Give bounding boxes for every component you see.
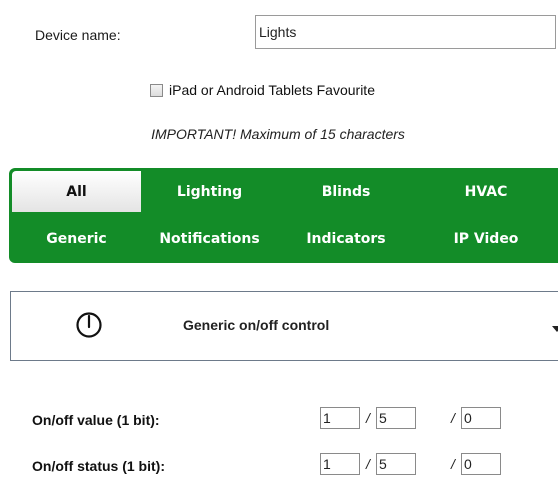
category-tabs: All Lighting Blinds HVAC Generic Notific… — [9, 168, 558, 263]
tab-notifications[interactable]: Notifications — [141, 218, 278, 259]
chevron-down-icon[interactable] — [552, 326, 558, 332]
control-type-label: Generic on/off control — [183, 317, 330, 333]
address-separator: / — [366, 410, 370, 426]
character-limit-notice: IMPORTANT! Maximum of 15 characters — [151, 126, 405, 142]
tab-lighting[interactable]: Lighting — [141, 171, 278, 212]
tab-blinds[interactable]: Blinds — [278, 171, 414, 212]
favourite-checkbox[interactable] — [150, 83, 163, 97]
on-off-value-middle-group[interactable] — [376, 407, 416, 429]
on-off-status-sub-group[interactable] — [461, 453, 501, 475]
tab-hvac[interactable]: HVAC — [414, 171, 558, 212]
address-separator: / — [451, 456, 455, 472]
on-off-value-label: On/off value (1 bit): — [32, 412, 160, 428]
on-off-status-label: On/off status (1 bit): — [32, 458, 165, 474]
tab-ip-video[interactable]: IP Video — [414, 218, 558, 259]
on-off-status-main-group[interactable] — [320, 453, 360, 475]
favourite-label: iPad or Android Tablets Favourite — [169, 82, 375, 98]
tab-indicators[interactable]: Indicators — [278, 218, 414, 259]
favourite-row[interactable]: iPad or Android Tablets Favourite — [150, 82, 375, 98]
control-type-dropdown[interactable]: Generic on/off control — [10, 291, 558, 361]
device-name-input[interactable] — [255, 15, 556, 49]
tab-all[interactable]: All — [12, 171, 141, 212]
on-off-value-sub-group[interactable] — [461, 407, 501, 429]
power-icon — [76, 312, 102, 338]
address-separator: / — [451, 410, 455, 426]
address-separator: / — [366, 456, 370, 472]
device-name-label: Device name: — [35, 27, 121, 43]
on-off-value-main-group[interactable] — [320, 407, 360, 429]
tab-generic[interactable]: Generic — [12, 218, 141, 259]
on-off-status-middle-group[interactable] — [376, 453, 416, 475]
